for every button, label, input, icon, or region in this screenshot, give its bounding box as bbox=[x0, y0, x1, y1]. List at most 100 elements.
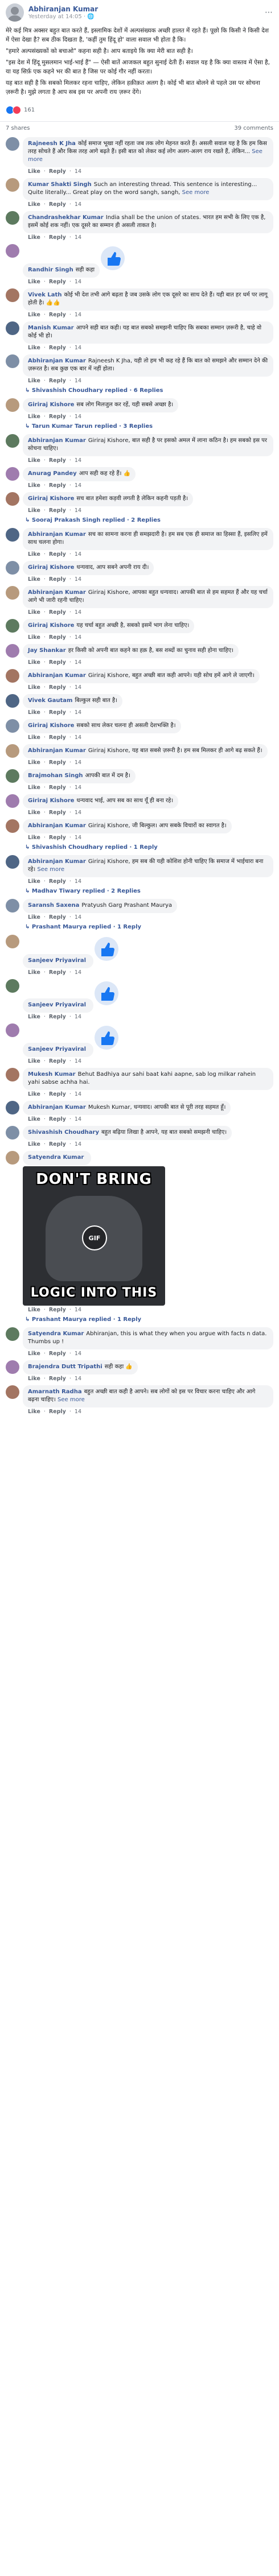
like-button[interactable]: Like bbox=[28, 759, 40, 766]
commenter-avatar[interactable] bbox=[6, 979, 19, 993]
commenter-name[interactable]: Amarnath Radha bbox=[28, 1389, 82, 1395]
like-button[interactable]: Like bbox=[28, 709, 40, 716]
commenter-name[interactable]: Giriraj Kishore bbox=[28, 798, 74, 804]
reply-button[interactable]: Reply bbox=[49, 709, 66, 716]
commenter-name[interactable]: Rajneesh K Jha bbox=[28, 141, 76, 147]
commenter-name[interactable]: Sanjeev Priyaviral bbox=[28, 957, 86, 964]
comment-time[interactable]: 14 bbox=[75, 457, 81, 464]
like-button[interactable]: Like bbox=[28, 482, 40, 489]
like-button[interactable]: Like bbox=[28, 969, 40, 976]
reply-button[interactable]: Reply bbox=[49, 201, 66, 208]
commenter-avatar[interactable] bbox=[6, 354, 19, 368]
commenter-avatar[interactable] bbox=[6, 644, 19, 658]
reply-button[interactable]: Reply bbox=[49, 759, 66, 766]
see-more-link[interactable]: See more bbox=[35, 866, 64, 873]
commenter-name[interactable]: Abhiranjan Kumar bbox=[28, 672, 86, 679]
comment-time[interactable]: 14 bbox=[75, 234, 81, 241]
commenter-name[interactable]: Chandrashekhar Kumar bbox=[28, 214, 104, 221]
reply-button[interactable]: Reply bbox=[49, 482, 66, 489]
view-replies-link[interactable]: ↳ Prashant Maurya replied · 1 Reply bbox=[25, 1316, 273, 1323]
commenter-name[interactable]: Abhiranjan Kumar bbox=[28, 531, 86, 538]
comment-time[interactable]: 14 bbox=[75, 878, 81, 885]
commenter-name[interactable]: Anurag Pandey bbox=[28, 470, 77, 477]
like-button[interactable]: Like bbox=[28, 234, 40, 241]
commenter-name[interactable]: Satyendra Kumar bbox=[28, 1154, 84, 1161]
comment-time[interactable]: 14 bbox=[75, 914, 81, 920]
like-button[interactable]: Like bbox=[28, 634, 40, 641]
like-button[interactable]: Like bbox=[28, 785, 40, 791]
like-button[interactable]: Like bbox=[28, 835, 40, 841]
commenter-name[interactable]: Giriraj Kishore bbox=[28, 622, 74, 629]
like-button[interactable]: Like bbox=[28, 1409, 40, 1415]
comment-time[interactable]: 14 bbox=[75, 969, 81, 976]
commenter-avatar[interactable] bbox=[6, 492, 19, 506]
reply-button[interactable]: Reply bbox=[49, 551, 66, 558]
commenter-avatar[interactable] bbox=[6, 321, 19, 335]
like-button[interactable]: Like bbox=[28, 1307, 40, 1313]
commenter-avatar[interactable] bbox=[6, 669, 19, 683]
reply-button[interactable]: Reply bbox=[49, 457, 66, 464]
reply-button[interactable]: Reply bbox=[49, 810, 66, 816]
like-button[interactable]: Like bbox=[28, 1141, 40, 1147]
gif-play-icon[interactable]: GIF bbox=[82, 1225, 107, 1250]
comment-time[interactable]: 14 bbox=[75, 709, 81, 716]
like-button[interactable]: Like bbox=[28, 1091, 40, 1097]
commenter-name[interactable]: Manish Kumar bbox=[28, 325, 74, 331]
commenter-avatar[interactable] bbox=[6, 1385, 19, 1399]
reply-button[interactable]: Reply bbox=[49, 1141, 66, 1147]
commenter-avatar[interactable] bbox=[6, 619, 19, 633]
reply-button[interactable]: Reply bbox=[49, 378, 66, 384]
commenter-avatar[interactable] bbox=[6, 794, 19, 808]
commenter-name[interactable]: Sanjeev Priyaviral bbox=[28, 1046, 86, 1052]
author-name[interactable]: Abhiranjan Kumar bbox=[28, 5, 98, 13]
commenter-avatar[interactable] bbox=[6, 211, 19, 225]
like-button[interactable]: Like bbox=[28, 201, 40, 208]
like-button[interactable]: Like bbox=[28, 684, 40, 691]
commenter-avatar[interactable] bbox=[6, 719, 19, 733]
comment-time[interactable]: 14 bbox=[75, 201, 81, 208]
see-more-link[interactable]: See more bbox=[56, 1397, 85, 1403]
comment-time[interactable]: 14 bbox=[75, 634, 81, 641]
commenter-avatar[interactable] bbox=[6, 1101, 19, 1114]
view-replies-link[interactable]: ↳ Prashant Maurya replied · 1 Reply bbox=[25, 924, 273, 930]
reply-button[interactable]: Reply bbox=[49, 279, 66, 285]
commenter-avatar[interactable] bbox=[6, 1327, 19, 1341]
like-button[interactable]: Like bbox=[28, 1351, 40, 1357]
reply-button[interactable]: Reply bbox=[49, 914, 66, 920]
like-button[interactable]: Like bbox=[28, 576, 40, 583]
commenter-name[interactable]: Kumar Shakti Singh bbox=[28, 181, 92, 188]
like-button[interactable]: Like bbox=[28, 1376, 40, 1382]
like-button[interactable]: Like bbox=[28, 457, 40, 464]
commenter-avatar[interactable] bbox=[6, 244, 19, 258]
commenter-avatar[interactable] bbox=[6, 855, 19, 869]
commenter-name[interactable]: Brajendra Dutt Tripathi bbox=[28, 1364, 102, 1370]
comment-time[interactable]: 14 bbox=[75, 785, 81, 791]
view-replies-link[interactable]: ↳ Shivashish Choudhary replied · 1 Reply bbox=[25, 844, 273, 851]
comment-time[interactable]: 14 bbox=[75, 312, 81, 318]
like-button[interactable]: Like bbox=[28, 878, 40, 885]
reply-button[interactable]: Reply bbox=[49, 734, 66, 741]
reply-button[interactable]: Reply bbox=[49, 835, 66, 841]
commenter-avatar[interactable] bbox=[6, 935, 19, 948]
comment-time[interactable]: 14 bbox=[75, 482, 81, 489]
commenter-name[interactable]: Abhiranjan Kumar bbox=[28, 1104, 86, 1111]
comment-time[interactable]: 14 bbox=[75, 734, 81, 741]
reply-button[interactable]: Reply bbox=[49, 576, 66, 583]
commenter-name[interactable]: Giriraj Kishore bbox=[28, 564, 74, 571]
like-button[interactable]: Like bbox=[28, 507, 40, 514]
commenter-avatar[interactable] bbox=[6, 288, 19, 302]
commenter-avatar[interactable] bbox=[6, 561, 19, 575]
commenter-avatar[interactable] bbox=[6, 1151, 19, 1165]
gif-attachment[interactable]: DON'T BRING GIF LOGIC INTO THIS bbox=[23, 1166, 165, 1306]
like-button[interactable]: Like bbox=[28, 414, 40, 420]
more-options-icon[interactable]: ⋯ bbox=[265, 8, 273, 17]
commenter-name[interactable]: Giriraj Kishore bbox=[28, 723, 74, 729]
commenter-name[interactable]: Abhiranjan Kumar bbox=[28, 748, 86, 754]
commenter-name[interactable]: Abhiranjan Kumar bbox=[28, 437, 86, 444]
reply-button[interactable]: Reply bbox=[49, 168, 66, 175]
commenter-avatar[interactable] bbox=[6, 744, 19, 758]
commenter-name[interactable]: Giriraj Kishore bbox=[28, 496, 74, 502]
commenter-avatar[interactable] bbox=[6, 1023, 19, 1037]
comment-time[interactable]: 14 bbox=[75, 1058, 81, 1064]
commenter-avatar[interactable] bbox=[6, 467, 19, 481]
